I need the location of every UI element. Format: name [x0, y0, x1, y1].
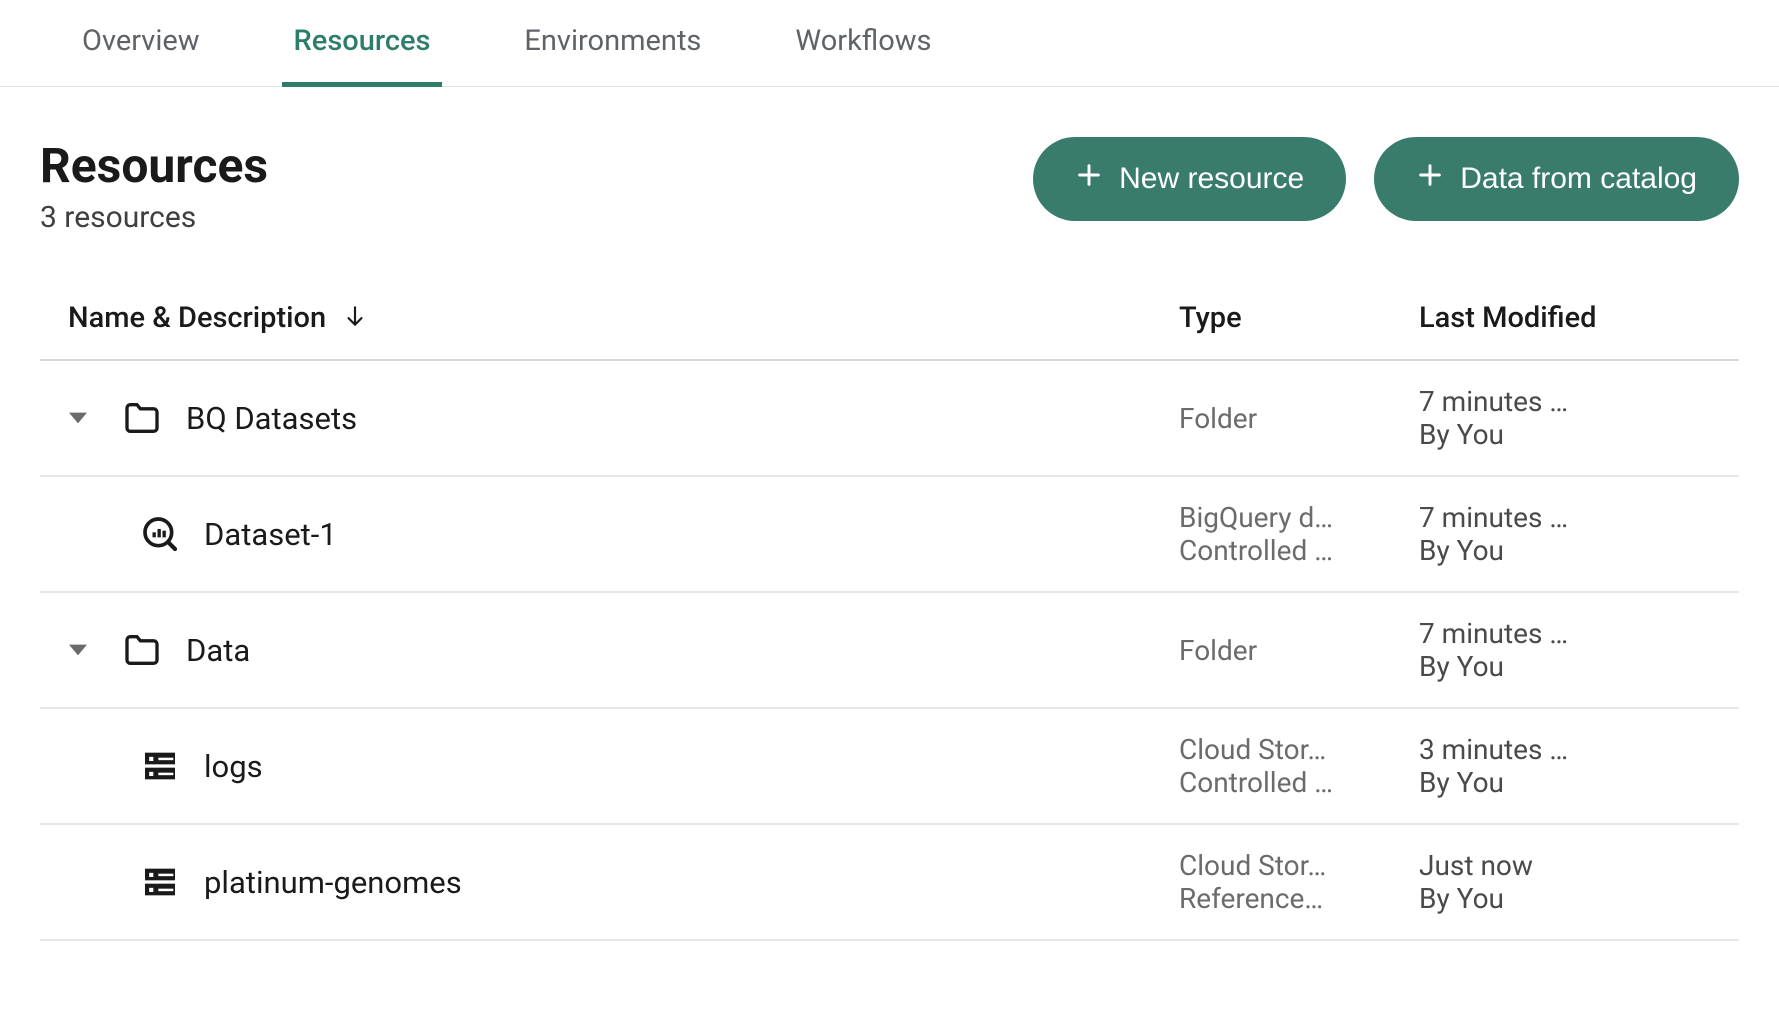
cell-modified: 3 minutes …By You — [1419, 733, 1739, 799]
data-from-catalog-button[interactable]: Data from catalog — [1374, 137, 1739, 221]
column-header-modified[interactable]: Last Modified — [1419, 301, 1739, 335]
modified-by: By You — [1419, 766, 1639, 799]
type-primary: Folder — [1179, 634, 1379, 667]
resource-name: logs — [204, 748, 263, 785]
cell-type: Folder — [1179, 402, 1419, 435]
storage-icon — [138, 860, 182, 904]
cell-name: platinum-genomes — [40, 860, 1179, 904]
plus-icon — [1416, 161, 1444, 197]
new-resource-button[interactable]: New resource — [1033, 137, 1346, 221]
column-header-type[interactable]: Type — [1179, 301, 1419, 335]
type-primary: Cloud Stor… — [1179, 733, 1379, 766]
cell-name: Dataset-1 — [40, 512, 1179, 556]
column-header-name[interactable]: Name & Description — [68, 301, 1179, 335]
tab-bar: Overview Resources Environments Workflow… — [0, 0, 1779, 87]
page-title: Resources — [40, 137, 268, 194]
title-block: Resources 3 resources — [40, 137, 268, 235]
modified-time: Just now — [1419, 849, 1639, 882]
tab-environments[interactable]: Environments — [512, 0, 713, 86]
cell-type: Cloud Stor…Controlled … — [1179, 733, 1419, 799]
cell-name: Data — [40, 628, 1179, 672]
type-primary: Folder — [1179, 402, 1379, 435]
expand-toggle[interactable] — [58, 409, 98, 427]
new-resource-label: New resource — [1119, 162, 1304, 196]
table-header: Name & Description Type Last Modified — [40, 265, 1739, 361]
table-row[interactable]: BQ Datasets Folder 7 minutes …By You — [40, 361, 1739, 477]
cell-modified: 7 minutes …By You — [1419, 501, 1739, 567]
table-row[interactable]: platinum-genomesCloud Stor…Reference…Jus… — [40, 825, 1739, 941]
cell-name: BQ Datasets — [40, 396, 1179, 440]
cell-modified: Just nowBy You — [1419, 849, 1739, 915]
data-from-catalog-label: Data from catalog — [1460, 162, 1697, 196]
arrow-down-icon — [342, 303, 368, 333]
type-secondary: Reference… — [1179, 882, 1379, 915]
page-header: Resources 3 resources New resource Data … — [0, 87, 1779, 265]
cell-modified: 7 minutes …By You — [1419, 385, 1739, 451]
bq-icon — [138, 512, 182, 556]
modified-by: By You — [1419, 882, 1639, 915]
modified-time: 7 minutes … — [1419, 501, 1639, 534]
tab-workflows[interactable]: Workflows — [783, 0, 943, 86]
table-row[interactable]: Data Folder 7 minutes …By You — [40, 593, 1739, 709]
type-secondary: Controlled … — [1179, 534, 1379, 567]
resources-table: Name & Description Type Last Modified BQ… — [0, 265, 1779, 941]
cell-modified: 7 minutes …By You — [1419, 617, 1739, 683]
modified-time: 3 minutes … — [1419, 733, 1639, 766]
action-buttons: New resource Data from catalog — [1033, 137, 1739, 221]
cell-type: Folder — [1179, 634, 1419, 667]
column-header-name-label: Name & Description — [68, 301, 326, 335]
caret-down-icon — [69, 409, 87, 427]
type-primary: Cloud Stor… — [1179, 849, 1379, 882]
storage-icon — [138, 744, 182, 788]
caret-down-icon — [69, 641, 87, 659]
cell-name: logs — [40, 744, 1179, 788]
resource-name: BQ Datasets — [186, 400, 357, 437]
page-subtitle: 3 resources — [40, 200, 268, 235]
modified-time: 7 minutes … — [1419, 617, 1639, 650]
cell-type: Cloud Stor…Reference… — [1179, 849, 1419, 915]
table-row[interactable]: Dataset-1BigQuery d…Controlled …7 minute… — [40, 477, 1739, 593]
plus-icon — [1075, 161, 1103, 197]
type-secondary: Controlled … — [1179, 766, 1379, 799]
modified-by: By You — [1419, 650, 1639, 683]
modified-time: 7 minutes … — [1419, 385, 1639, 418]
modified-by: By You — [1419, 534, 1639, 567]
modified-by: By You — [1419, 418, 1639, 451]
tab-overview[interactable]: Overview — [70, 0, 212, 86]
tab-resources[interactable]: Resources — [282, 0, 443, 86]
resource-name: platinum-genomes — [204, 864, 462, 901]
type-primary: BigQuery d… — [1179, 501, 1379, 534]
resource-name: Dataset-1 — [204, 516, 337, 553]
folder-icon — [120, 396, 164, 440]
cell-type: BigQuery d…Controlled … — [1179, 501, 1419, 567]
expand-toggle[interactable] — [58, 641, 98, 659]
resource-name: Data — [186, 632, 250, 669]
folder-icon — [120, 628, 164, 672]
table-row[interactable]: logsCloud Stor…Controlled …3 minutes …By… — [40, 709, 1739, 825]
